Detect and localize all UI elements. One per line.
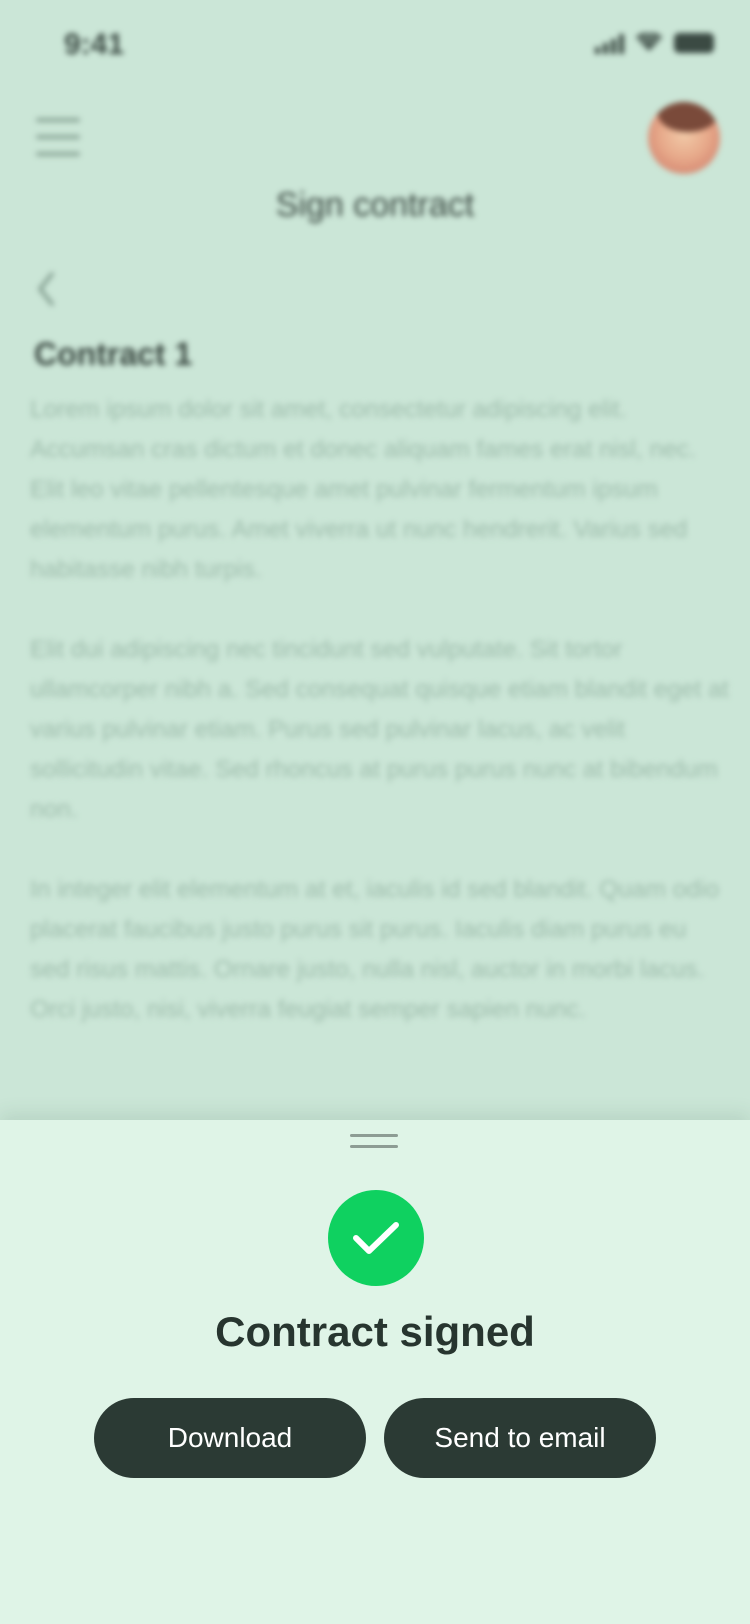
- page-title: Sign contract: [275, 186, 475, 224]
- document-body: Lorem ipsum dolor sit amet, consectetur …: [30, 390, 730, 1070]
- avatar[interactable]: [648, 102, 720, 174]
- status-bar: 9:41: [0, 0, 750, 94]
- sheet-title: Contract signed: [215, 1308, 535, 1355]
- document-paragraph: Elit dui adipiscing nec tincidunt sed vu…: [30, 636, 729, 823]
- status-icons: [595, 32, 714, 54]
- success-badge: [328, 1190, 424, 1286]
- avatar-hair: [658, 102, 718, 132]
- sheet-grabber-handle[interactable]: [350, 1134, 398, 1148]
- menu-icon[interactable]: [36, 118, 80, 156]
- battery-icon: [674, 33, 714, 53]
- document-title: Contract 1: [34, 336, 193, 372]
- chevron-left-icon[interactable]: [36, 270, 56, 308]
- check-icon: [353, 1222, 399, 1254]
- document-paragraph: In integer elit elementum at et, iaculis…: [30, 876, 720, 1023]
- bottom-sheet: Contract signed Download Send to email: [0, 1120, 750, 1624]
- cellular-signal-icon: [595, 32, 624, 54]
- send-to-email-button[interactable]: Send to email: [384, 1398, 656, 1478]
- status-time: 9:41: [64, 28, 125, 61]
- download-button[interactable]: Download: [94, 1398, 366, 1478]
- document-paragraph: Lorem ipsum dolor sit amet, consectetur …: [30, 396, 696, 583]
- wifi-icon: [636, 33, 662, 51]
